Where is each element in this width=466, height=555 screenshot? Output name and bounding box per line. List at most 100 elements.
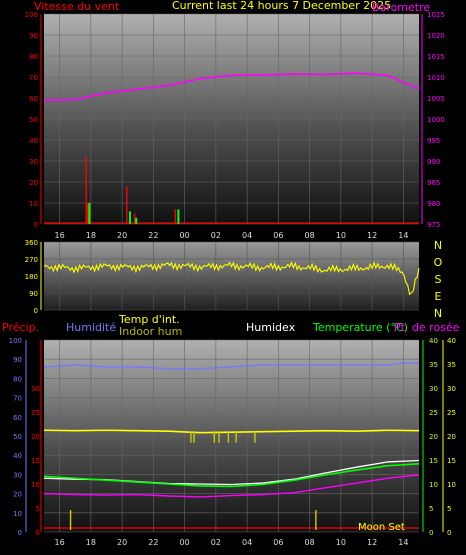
temp-left-tick-label: 10: [31, 481, 40, 489]
temp-left-tick-label: 0: [36, 529, 40, 537]
bottom-panel-x-axis: 16 18 20 22 00 02 04 06 08 10 12 14: [55, 538, 409, 547]
wind-tick-label: 70: [29, 74, 38, 82]
barometer-tick-label: 985: [427, 179, 440, 187]
temp-right-tick-label: 5: [429, 505, 433, 513]
barometer-tick-label: 1000: [427, 116, 445, 124]
temp-left-tick-label: 20: [31, 433, 40, 441]
x-tick-label: 08: [305, 231, 315, 240]
precip-tick-label: 50: [13, 433, 22, 441]
temp-right-tick-label: 40: [429, 337, 438, 345]
barometer-tick-label: 975: [427, 221, 440, 229]
compass-letter: S: [435, 273, 442, 286]
precip-tick-label: 70: [13, 395, 22, 403]
precip-tick-label: 0: [18, 529, 22, 537]
temp-right-tick-label: 20: [447, 433, 456, 441]
barometer-tick-label: 1005: [427, 95, 445, 103]
precip-tick-label: 10: [13, 510, 22, 518]
barometer-axis: 975980985990995100010051010101510201025: [427, 11, 445, 229]
compass-letter: N: [434, 307, 442, 320]
direction-tick-label: 360: [25, 239, 38, 247]
temp-right-tick-label: 35: [447, 361, 456, 369]
temp-right-tick-label: 30: [447, 385, 456, 393]
temp-right-tick-label: 30: [429, 385, 438, 393]
x-tick-label: 06: [273, 231, 283, 240]
x-tick-label: 04: [242, 231, 252, 240]
barometer-tick-label: 990: [427, 158, 440, 166]
precip-tick-label: 100: [9, 337, 22, 345]
wind-tick-label: 60: [29, 95, 38, 103]
barometer-tick-label: 995: [427, 137, 440, 145]
temp-right-tick-label: 35: [429, 361, 438, 369]
x-tick-label: 20: [117, 538, 127, 547]
precip-tick-label: 30: [13, 471, 22, 479]
temp-right-tick-label: 10: [429, 481, 438, 489]
wind-tick-label: 30: [29, 158, 38, 166]
temp-right-tick-label: 15: [447, 457, 456, 465]
temp-right-tick-label: 0: [447, 529, 451, 537]
x-tick-label: 00: [180, 538, 190, 547]
temp-left-tick-label: 15: [31, 457, 40, 465]
top-panel-x-axis: 16 18 20 22 00 02 04 06 08 10 12 14: [55, 231, 409, 240]
wind-tick-label: 0: [34, 221, 38, 229]
x-tick-label: 02: [211, 538, 221, 547]
wind-tick-label: 50: [29, 116, 38, 124]
wind-tick-label: 20: [29, 179, 38, 187]
wind-speed-axis-label: Vitesse du vent: [34, 0, 120, 13]
wind-tick-label: 90: [29, 32, 38, 40]
temp-right-tick-label: 0: [429, 529, 433, 537]
x-tick-label: 18: [86, 231, 96, 240]
dewpoint-legend-label: Pt. de rosée: [394, 321, 460, 334]
wind-tick-label: 10: [29, 200, 38, 208]
wind-tick-label: 40: [29, 137, 38, 145]
x-tick-label: 10: [336, 231, 346, 240]
x-tick-label: 16: [55, 231, 65, 240]
compass-letter: O: [434, 256, 443, 269]
direction-tick-label: 0: [34, 307, 38, 315]
x-tick-label: 00: [180, 231, 190, 240]
temp-right-tick-label: 10: [447, 481, 456, 489]
wind-tick-label: 80: [29, 53, 38, 61]
indoor-hum-legend-label: Indoor hum: [119, 325, 182, 338]
precip-tick-label: 90: [13, 356, 22, 364]
temp-left-tick-label: 30: [31, 385, 40, 393]
humidex-legend-label: Humidex: [246, 321, 296, 334]
chart-title: Current last 24 hours 7 December 2025: [172, 0, 391, 12]
x-tick-label: 08: [305, 538, 315, 547]
temp-right-tick-label: 25: [447, 409, 456, 417]
temp-right-tick-label: 25: [429, 409, 438, 417]
x-tick-label: 16: [55, 538, 65, 547]
temp-left-tick-label: 25: [31, 409, 40, 417]
wind-speed-axis: 0102030405060708090100: [25, 11, 38, 229]
precip-tick-label: 60: [13, 414, 22, 422]
temp-right-tick-label: 20: [429, 433, 438, 441]
barometer-tick-label: 1015: [427, 53, 445, 61]
x-tick-label: 18: [86, 538, 96, 547]
precip-tick-label: 80: [13, 375, 22, 383]
x-tick-label: 06: [273, 538, 283, 547]
precip-tick-label: 40: [13, 452, 22, 460]
barometer-tick-label: 1010: [427, 74, 445, 82]
moon-set-label: Moon Set: [358, 522, 405, 533]
direction-tick-label: 90: [29, 290, 38, 298]
x-tick-label: 12: [367, 538, 377, 547]
direction-tick-label: 180: [25, 273, 38, 281]
x-tick-label: 14: [398, 538, 408, 547]
precip-tick-label: 20: [13, 491, 22, 499]
barometer-tick-label: 1020: [427, 32, 445, 40]
temp-right-tick-label: 15: [429, 457, 438, 465]
x-tick-label: 10: [336, 538, 346, 547]
compass-letters: NOSEN: [434, 239, 443, 320]
x-tick-label: 14: [398, 231, 408, 240]
compass-letter: N: [434, 239, 442, 252]
precip-legend-label: Précip.: [2, 321, 39, 334]
compass-letter: E: [435, 290, 442, 303]
x-tick-label: 22: [148, 231, 158, 240]
weather-graph: 0102030405060708090100 97598098599099510…: [2, 0, 460, 547]
barometer-axis-label: Barometre: [372, 1, 430, 14]
direction-tick-label: 270: [25, 256, 38, 264]
temp-right-tick-label: 40: [447, 337, 456, 345]
temp-right-tick-label: 5: [447, 505, 451, 513]
x-tick-label: 22: [148, 538, 158, 547]
temp-left-tick-label: 5: [36, 505, 40, 513]
barometer-tick-label: 980: [427, 200, 440, 208]
